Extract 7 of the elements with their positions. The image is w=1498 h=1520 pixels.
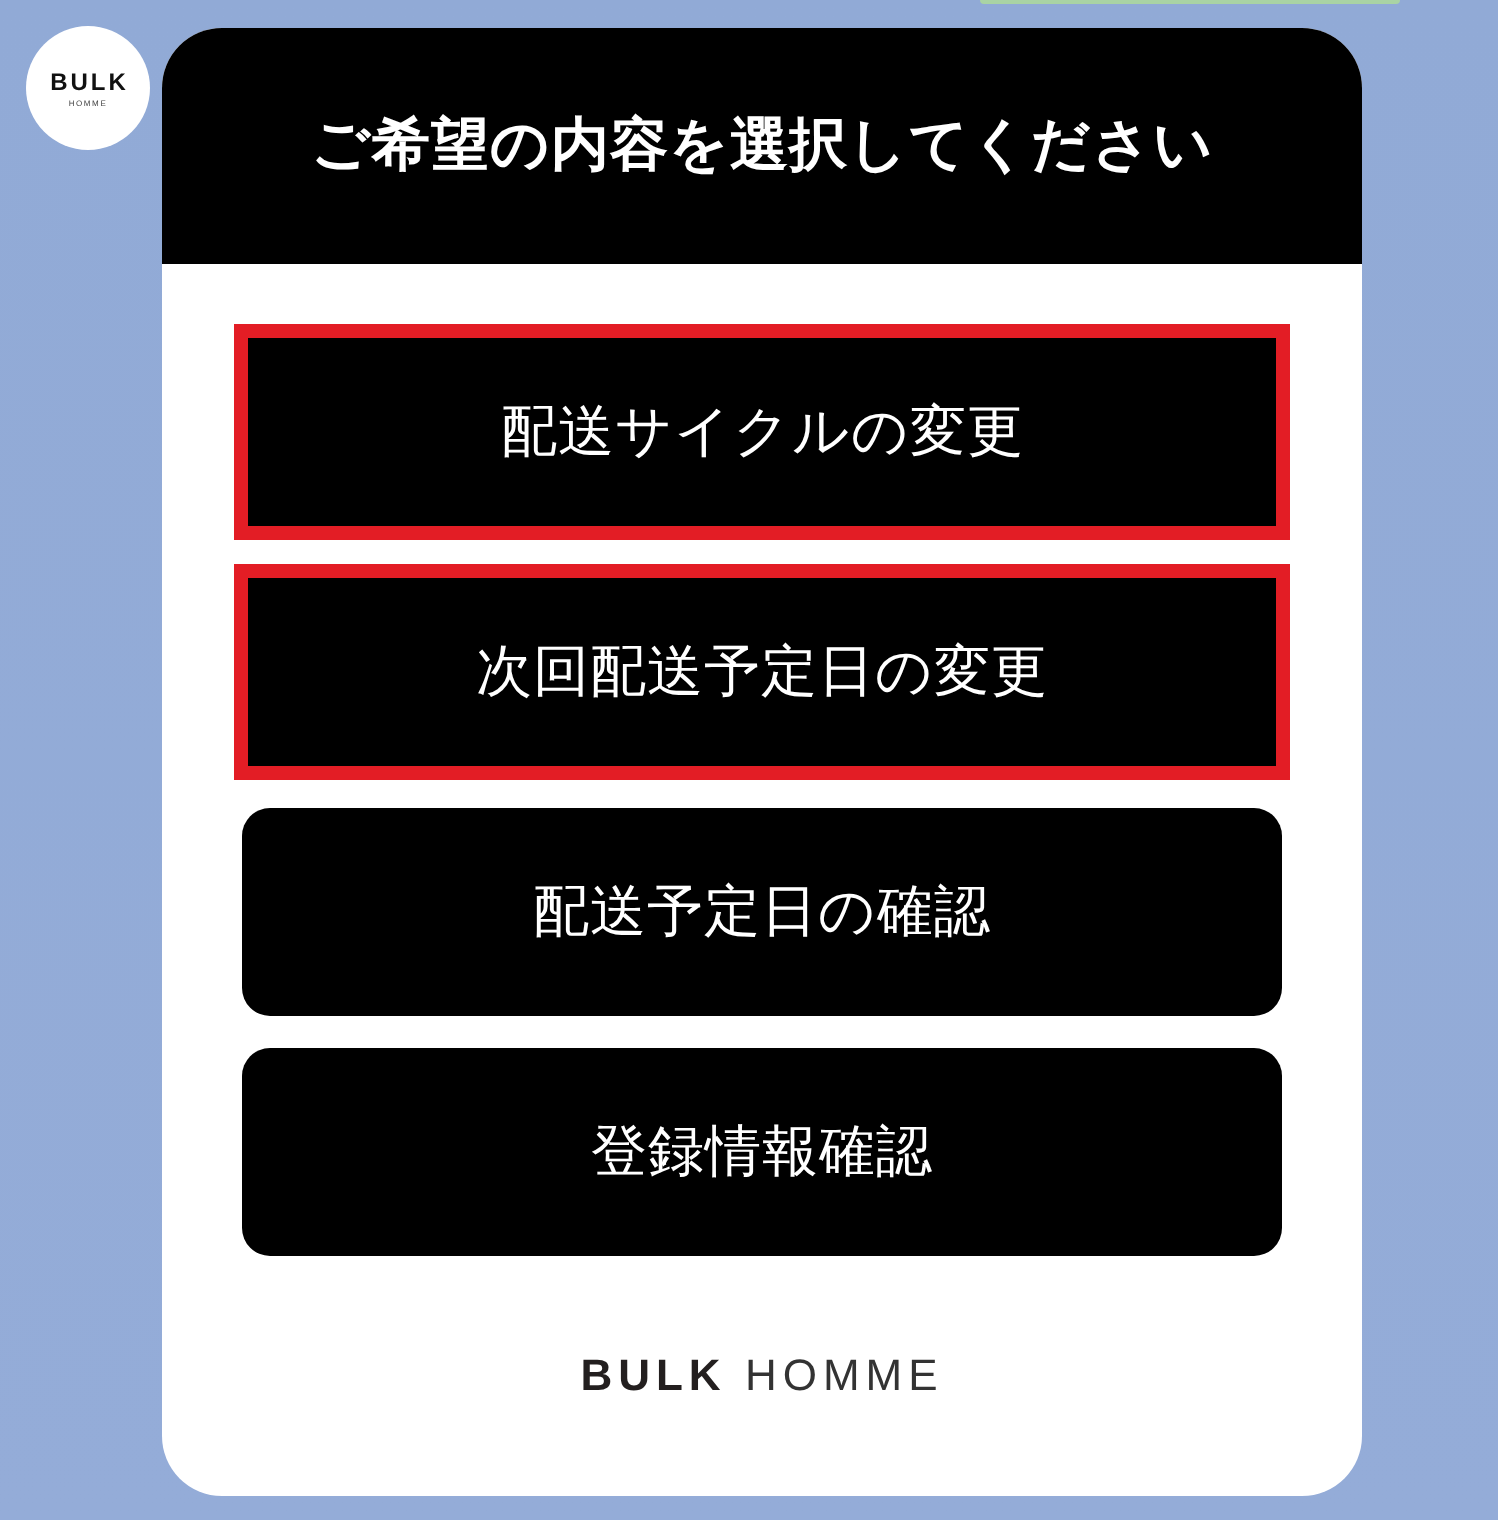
brand-logo: BULK HOMME: [580, 1352, 944, 1400]
option-button[interactable]: 配送サイクルの変更: [234, 324, 1290, 540]
option-button[interactable]: 次回配送予定日の変更: [234, 564, 1290, 780]
card-title: ご希望の内容を選択してください: [310, 108, 1214, 182]
option-button[interactable]: 配送予定日の確認: [242, 808, 1282, 1016]
avatar-brand-text: BULK: [48, 69, 129, 93]
option-button[interactable]: 登録情報確認: [242, 1048, 1282, 1256]
